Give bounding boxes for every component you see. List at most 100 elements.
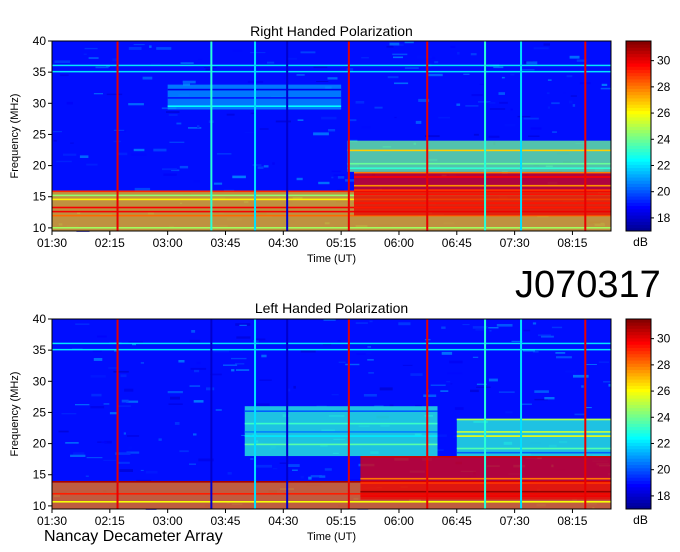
emission-striation xyxy=(52,501,611,503)
noise-cell xyxy=(113,370,129,373)
noise-cell xyxy=(489,108,506,110)
colorbar-cell xyxy=(626,110,651,115)
noise-cell xyxy=(313,66,328,69)
colorbar-cell xyxy=(626,404,651,409)
noise-cell xyxy=(90,375,106,378)
colorbar-cell xyxy=(626,85,651,89)
noise-cell xyxy=(570,95,577,97)
colorbar-cell xyxy=(626,474,651,478)
noise-cell xyxy=(272,468,278,470)
noise-cell xyxy=(318,181,330,185)
noise-cell xyxy=(440,390,449,392)
noise-cell xyxy=(532,322,537,325)
colorbar-cell xyxy=(626,66,651,70)
noise-cell xyxy=(551,102,560,105)
noise-cell xyxy=(392,53,408,56)
noise-cell xyxy=(189,339,201,343)
colorbar-cell xyxy=(626,496,651,500)
noise-cell xyxy=(345,363,360,366)
noise-cell xyxy=(543,43,550,46)
colorbar-cell xyxy=(626,369,651,374)
colorbar-cell xyxy=(626,423,651,428)
noise-cell xyxy=(563,92,566,94)
noise-cell xyxy=(166,111,180,113)
x-tick-label: 07:30 xyxy=(500,514,530,528)
x-tick-label: 06:00 xyxy=(384,236,414,250)
noise-cell xyxy=(227,472,232,475)
x-tick-label: 04:30 xyxy=(268,236,298,250)
noise-cell xyxy=(528,135,540,137)
noise-cell xyxy=(346,68,354,71)
noise-cell xyxy=(438,116,450,119)
vertical-line xyxy=(116,41,119,231)
colorbar-tick-label: 22 xyxy=(657,436,671,450)
noise-cell xyxy=(355,322,368,324)
noise-cell xyxy=(267,61,275,64)
colorbar-cell xyxy=(626,107,651,112)
noise-cell xyxy=(190,367,207,370)
colorbar-tick-label: 18 xyxy=(657,211,671,225)
noise-cell xyxy=(179,450,189,453)
noise-cell xyxy=(501,76,505,79)
noise-cell xyxy=(404,41,414,44)
noise-cell xyxy=(601,83,608,86)
noise-cell xyxy=(323,319,336,321)
noise-cell xyxy=(215,409,222,411)
x-tick-label: 01:30 xyxy=(37,514,67,528)
colorbar-cell xyxy=(626,202,651,207)
emission-striation xyxy=(353,193,611,196)
noise-cell xyxy=(598,361,609,363)
emission-striation xyxy=(244,410,438,412)
colorbar-cell xyxy=(626,322,651,326)
noise-cell xyxy=(119,469,133,472)
colorbar-cell xyxy=(626,126,651,131)
colorbar-cell xyxy=(626,50,651,55)
noise-cell xyxy=(91,393,102,397)
colorbar-cell xyxy=(626,212,651,216)
noise-cell xyxy=(367,359,374,361)
noise-cell xyxy=(65,442,79,444)
rfi-line xyxy=(52,342,611,345)
noise-cell xyxy=(450,383,453,385)
footer-label: Nancay Decameter Array xyxy=(44,528,223,545)
colorbar-cell xyxy=(626,436,651,440)
noise-cell xyxy=(488,327,499,329)
noise-cell xyxy=(223,364,238,366)
colorbar-cell xyxy=(626,477,651,481)
noise-cell xyxy=(61,413,77,415)
colorbar-cell xyxy=(626,458,651,462)
noise-cell xyxy=(287,464,300,467)
noise-cell xyxy=(386,45,394,48)
noise-cell xyxy=(168,114,178,116)
y-tick-label: 15 xyxy=(33,468,47,482)
noise-cell xyxy=(259,379,272,381)
x-tick-label: 02:15 xyxy=(95,514,125,528)
emission-striation xyxy=(456,435,611,437)
noise-cell xyxy=(198,58,203,60)
colorbar-cell xyxy=(626,350,651,355)
source-id-label: J070317 xyxy=(515,264,661,306)
noise-cell xyxy=(90,406,105,409)
noise-cell xyxy=(70,454,86,457)
colorbar-tick-label: 24 xyxy=(657,132,671,146)
noise-cell xyxy=(526,61,538,65)
noise-cell xyxy=(297,119,304,121)
noise-cell xyxy=(546,92,550,95)
noise-cell xyxy=(410,373,423,376)
y-tick-label: 10 xyxy=(33,221,47,235)
noise-cell xyxy=(73,452,85,455)
colorbar-cell xyxy=(626,486,651,491)
noise-cell xyxy=(361,126,371,129)
noise-cell xyxy=(488,135,500,138)
colorbar-tick-label: 30 xyxy=(657,54,671,68)
colorbar-cell xyxy=(626,471,651,475)
noise-cell xyxy=(447,372,463,375)
emission-striation xyxy=(353,202,611,204)
noise-cell xyxy=(521,69,535,71)
colorbar-cell xyxy=(626,205,651,210)
vertical-line xyxy=(484,41,487,231)
colorbar-cell xyxy=(626,328,651,333)
emission-region xyxy=(347,140,611,172)
noise-cell xyxy=(140,362,144,364)
noise-cell xyxy=(231,357,247,360)
